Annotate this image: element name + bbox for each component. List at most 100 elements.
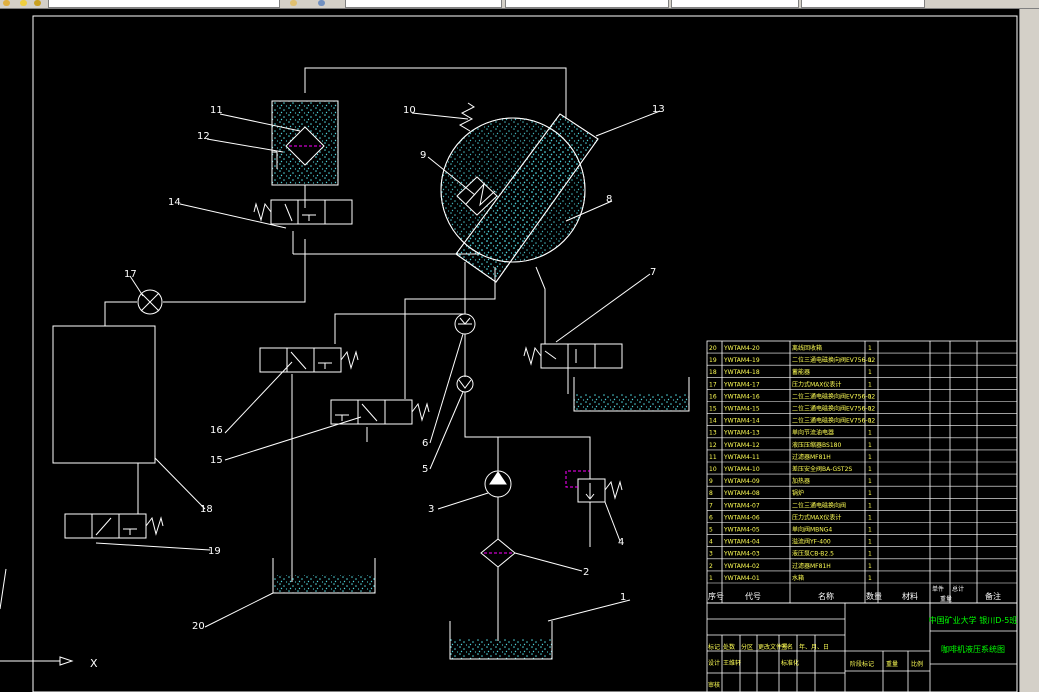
bom-cell-qty: 1 xyxy=(868,490,872,497)
linetype-dropdown[interactable] xyxy=(505,0,669,8)
bom-cell-qty: 1 xyxy=(868,430,872,437)
reservoir-20 xyxy=(272,558,376,594)
bom-cell-code: YWTAM4-05 xyxy=(723,527,760,534)
bom-cell-code: YWTAM4-18 xyxy=(723,369,760,376)
bom-cell-no: 17 xyxy=(709,381,717,388)
callout-9: 9 xyxy=(420,150,426,161)
bom-cell-name: 锅炉 xyxy=(792,489,804,497)
ucs-x-label: X xyxy=(90,657,98,670)
valve-14 xyxy=(253,199,353,225)
bom-cell-qty: 1 xyxy=(868,418,872,425)
bom-cell-qty: 1 xyxy=(868,478,872,485)
rev-sign: 签名 xyxy=(781,643,793,651)
callout-8: 8 xyxy=(606,194,612,205)
bom-cell-qty: 1 xyxy=(868,454,872,461)
bom-cell-qty: 1 xyxy=(868,575,872,582)
bom-cell-qty: 1 xyxy=(868,514,872,521)
bom-cell-name: 溢流阀YF-400 xyxy=(792,538,831,546)
rev-date: 年、月、日 xyxy=(799,643,829,651)
bom-cell-qty: 1 xyxy=(868,442,872,449)
callout-3: 3 xyxy=(428,504,434,515)
bom-cell-code: YWTAM4-06 xyxy=(723,514,760,521)
bom-cell-no: 13 xyxy=(709,430,717,437)
cad-toolbar xyxy=(0,0,1039,9)
bom-cell-name: 蓄能器 xyxy=(792,368,810,376)
match-layer-icon[interactable] xyxy=(290,0,297,6)
bom-cell-no: 12 xyxy=(709,442,717,449)
layer-dropdown[interactable] xyxy=(48,0,280,8)
bom-cell-code: YWTAM4-02 xyxy=(723,563,760,570)
callout-4: 4 xyxy=(618,537,624,548)
callout-17: 17 xyxy=(124,269,137,280)
bom-cell-code: YWTAM4-20 xyxy=(723,345,760,352)
title-block: 标记 处数 分区 更改文件号 签名 年、月、日 设计 王维轩 标准化 阶段标记 … xyxy=(706,602,1018,692)
scale-label: 比例 xyxy=(911,660,923,668)
bom-cell-no: 4 xyxy=(709,539,713,546)
callout-13: 13 xyxy=(652,104,665,115)
bom-header-name: 名称 xyxy=(818,591,834,601)
rev-mark: 标记 xyxy=(708,643,720,651)
bom-cell-qty: 1 xyxy=(868,563,872,570)
bom-cell-code: YWTAM4-09 xyxy=(723,478,760,485)
bom-cell-qty: 1 xyxy=(868,357,872,364)
callout-5: 5 xyxy=(422,464,428,475)
valve-19 xyxy=(64,513,164,539)
vertical-scrollbar[interactable] xyxy=(1019,9,1039,692)
bom-cell-qty: 1 xyxy=(868,539,872,546)
bom-cell-no: 6 xyxy=(709,514,713,521)
rev-count: 处数 xyxy=(723,643,735,651)
bom-cell-no: 5 xyxy=(709,527,713,534)
bom-cell-code: YWTAM4-17 xyxy=(723,381,760,388)
callout-16: 16 xyxy=(210,425,223,436)
reservoir-7 xyxy=(573,377,690,412)
bom-cell-code: YWTAM4-19 xyxy=(723,357,760,364)
bom-header-qty: 数量 xyxy=(866,591,882,601)
design-label: 设计 xyxy=(708,659,720,667)
bom-cell-name: 单向阀MBNG4 xyxy=(792,526,832,534)
callout-20: 20 xyxy=(192,621,205,632)
lock-icon[interactable] xyxy=(34,0,41,6)
cad-drawing-canvas[interactable]: 11 12 14 10 9 13 8 7 17 16 15 18 19 6 5 … xyxy=(0,9,1019,692)
callout-15: 15 xyxy=(210,455,223,466)
plotstyle-dropdown[interactable] xyxy=(801,0,925,8)
bom-header-code: 代号 xyxy=(745,591,761,601)
bom-cell-no: 16 xyxy=(709,393,717,400)
bom-cell-name: 单向节流油电器 xyxy=(792,429,834,437)
callout-6: 6 xyxy=(422,438,428,449)
callout-2: 2 xyxy=(583,567,589,578)
valve-7 xyxy=(523,343,623,369)
bom-cell-no: 8 xyxy=(709,490,713,497)
relief-spring xyxy=(458,102,475,132)
bom-cell-code: YWTAM4-04 xyxy=(723,539,760,546)
boiler-tank xyxy=(440,113,599,283)
bom-header-total: 总计 xyxy=(952,585,964,593)
bom-cell-name: 二位三通电磁换向阀EV756-02 xyxy=(792,417,875,425)
bom-cell-code: YWTAM4-14 xyxy=(723,418,760,425)
callout-12: 12 xyxy=(197,131,210,142)
bom-cell-name: 二位三通电磁换向阀EV756-02 xyxy=(792,392,875,400)
color-dropdown[interactable] xyxy=(345,0,502,8)
bom-cell-qty: 1 xyxy=(868,393,872,400)
callout-1: 1 xyxy=(620,592,626,603)
bulb-icon[interactable] xyxy=(20,0,27,6)
lineweight-dropdown[interactable] xyxy=(671,0,799,8)
bom-table: 20 YWTAM4-20 离线回收箱 119 YWTAM4-19 二位三通电磁换向阀EV7… xyxy=(706,340,1018,604)
filter-cooler-unit xyxy=(271,100,339,186)
layer-previous-icon[interactable] xyxy=(318,0,325,6)
bom-cell-qty: 1 xyxy=(868,381,872,388)
bom-cell-no: 19 xyxy=(709,357,717,364)
pump-3 xyxy=(484,470,512,498)
school-name: 中国矿业大学 银川D-5班 xyxy=(929,615,1018,625)
callout-10: 10 xyxy=(403,105,416,116)
bom-cell-name: 过滤器MF81H xyxy=(792,562,831,570)
bom-cell-name: 二位三通电磁换向阀EV756-02 xyxy=(792,405,875,413)
weight-label: 重量 xyxy=(886,660,898,668)
check-valve-5 xyxy=(456,375,474,393)
callout-11: 11 xyxy=(210,105,223,116)
bom-header-unit: 单件 xyxy=(932,585,944,593)
filter-2 xyxy=(480,538,516,568)
layer-icon[interactable] xyxy=(3,0,10,6)
bom-cell-code: YWTAM4-13 xyxy=(723,430,760,437)
bom-cell-no: 3 xyxy=(709,551,713,558)
bom-cell-qty: 1 xyxy=(868,466,872,473)
